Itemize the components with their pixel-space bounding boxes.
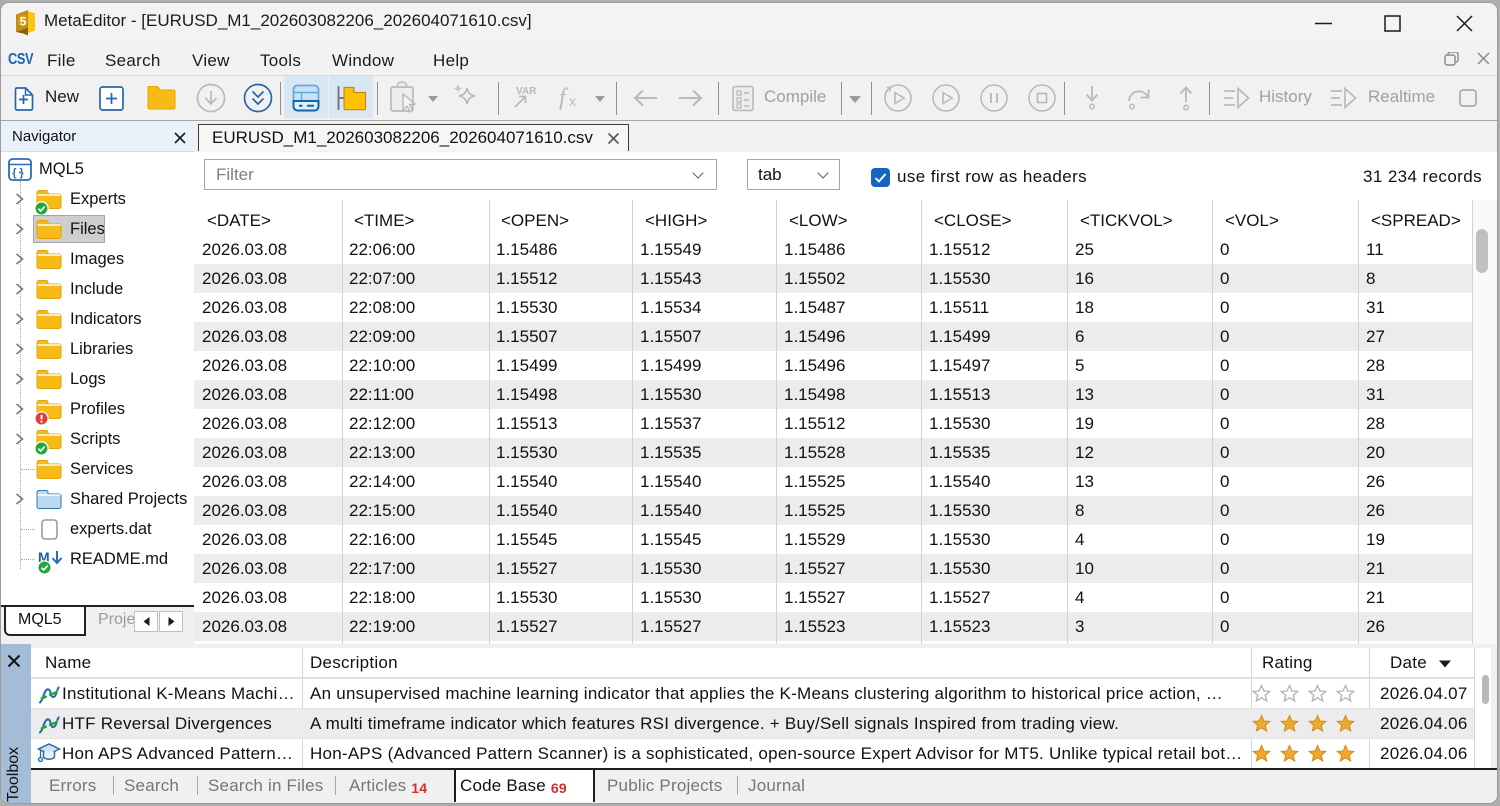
svg-text:5: 5 bbox=[20, 14, 27, 28]
svg-text:f: f bbox=[559, 85, 569, 111]
svg-text:VAR: VAR bbox=[516, 86, 537, 97]
svg-text:x: x bbox=[569, 93, 576, 109]
svg-text:{ }: { } bbox=[12, 167, 24, 179]
